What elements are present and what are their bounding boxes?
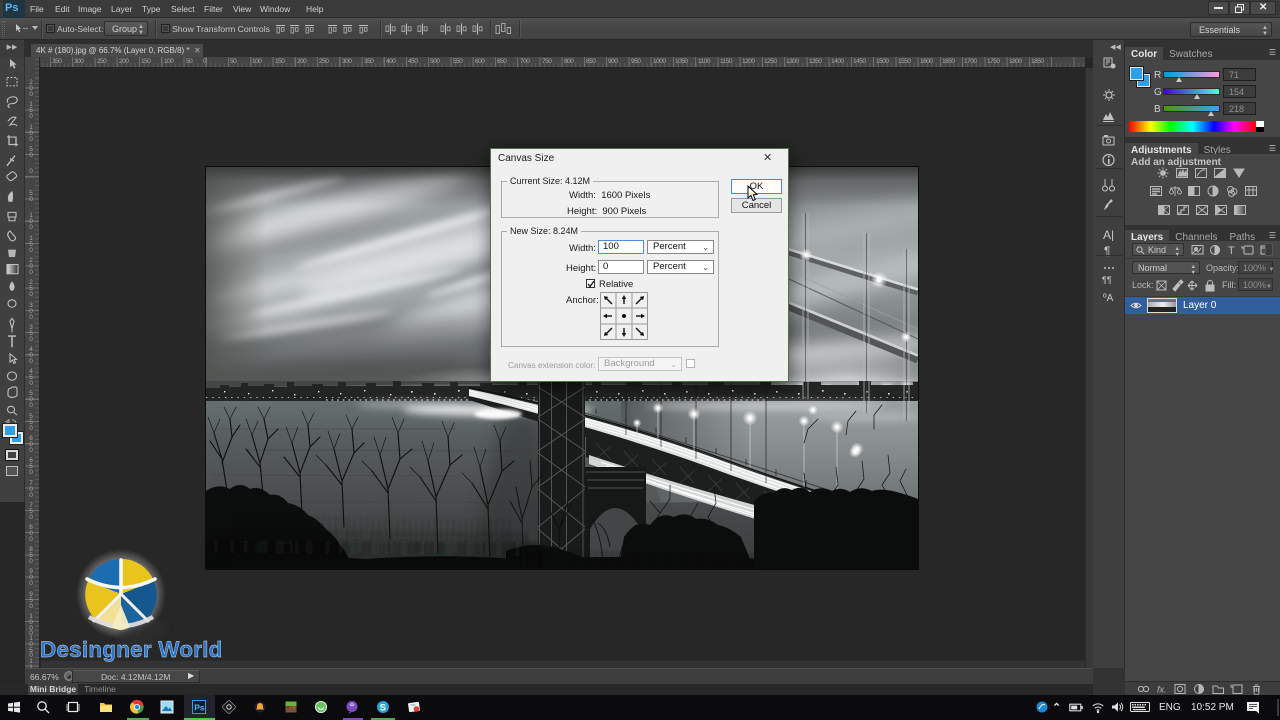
svg-text:ºA: ºA — [1103, 293, 1114, 304]
svg-text:Desingner World: Desingner World — [40, 637, 223, 662]
svg-text:fx.: fx. — [1157, 685, 1167, 695]
svg-text:Ps: Ps — [194, 703, 205, 713]
svg-text:A|: A| — [1103, 228, 1114, 241]
svg-text:T: T — [1228, 245, 1235, 256]
svg-text:S: S — [380, 703, 386, 714]
svg-text:¶¶: ¶¶ — [1102, 275, 1112, 285]
